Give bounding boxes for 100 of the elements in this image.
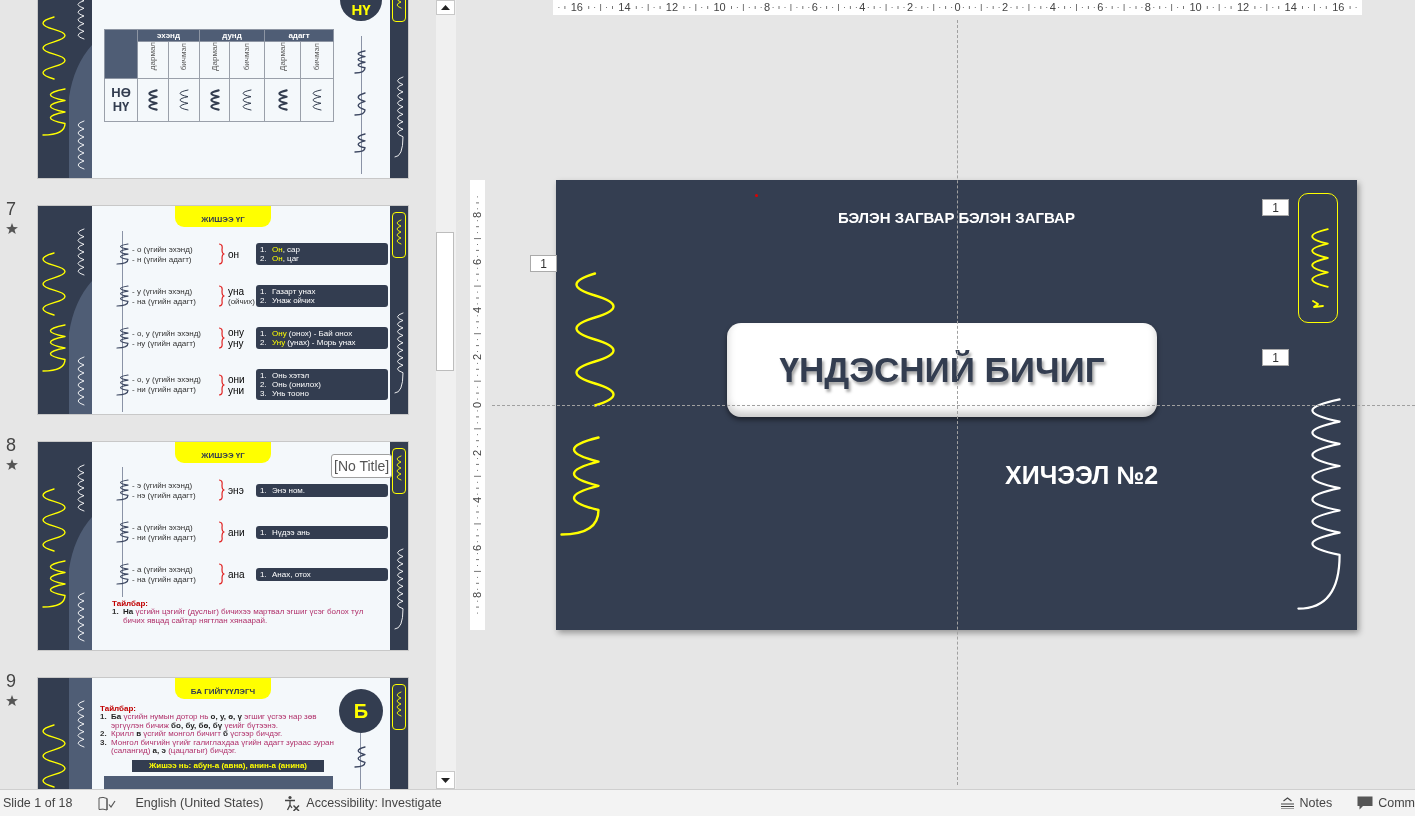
squiggle-drawing bbox=[354, 746, 366, 768]
list-number: 1. bbox=[260, 371, 268, 380]
word-text: энэ bbox=[228, 484, 245, 496]
slide-thumbnail[interactable]: НҮ эхэнд дунд адагт дармал бичмэл Дармал бичмэл Дармал бичмэл НӨ НҮ bbox=[37, 0, 409, 179]
squiggle-drawing bbox=[354, 50, 366, 74]
list-number: 2. bbox=[260, 338, 268, 347]
squiggle-drawing bbox=[42, 560, 66, 608]
list-number: 1. bbox=[112, 608, 119, 618]
animation-tag: 1 bbox=[1262, 199, 1289, 216]
example-text: Газарт унах bbox=[272, 287, 316, 296]
brace-icon bbox=[218, 563, 225, 585]
title-banner: ЖИШЭЭ ҮГ bbox=[175, 442, 271, 463]
caret-up-icon bbox=[441, 5, 450, 10]
ruler-label: 4 bbox=[858, 1, 867, 14]
slide-counter: Slide 1 of 18 bbox=[3, 794, 73, 812]
brace-icon bbox=[218, 243, 225, 265]
slide-number: 8 bbox=[6, 435, 16, 455]
squiggle-drawing bbox=[77, 700, 85, 748]
list-number: 1. bbox=[100, 713, 107, 723]
form-text: - н (үгийн адагт) bbox=[132, 254, 193, 264]
notes-button[interactable]: Notes bbox=[1279, 793, 1333, 813]
squiggle-drawing bbox=[77, 120, 85, 170]
form-text: - ни (үгийн адагт) bbox=[132, 385, 197, 394]
scroll-thumb[interactable] bbox=[436, 232, 454, 371]
letter-badge: НҮ bbox=[340, 0, 382, 21]
squiggle-drawing bbox=[209, 88, 220, 111]
squiggle-drawing bbox=[148, 88, 158, 111]
notes-heading: Тайлбар: bbox=[100, 704, 137, 713]
list-number: 1. bbox=[260, 569, 268, 579]
squiggle-drawing bbox=[77, 356, 85, 406]
brace-icon bbox=[218, 521, 225, 543]
column-label: бичмэл bbox=[243, 42, 251, 71]
ruler-label: 6 bbox=[810, 1, 819, 14]
squiggle-drawing bbox=[312, 88, 322, 111]
ruler-label: 12 bbox=[1236, 1, 1251, 14]
squiggle-drawing bbox=[1312, 300, 1324, 308]
squiggle-drawing bbox=[42, 252, 66, 316]
scroll-down-button[interactable] bbox=[436, 771, 455, 789]
tooltip: [No Title] bbox=[331, 454, 393, 478]
squiggle-drawing bbox=[116, 479, 129, 501]
slide-subtitle: ХИЧЭЭЛ №2 bbox=[1005, 460, 1159, 490]
squiggle-drawing bbox=[354, 133, 366, 153]
squiggle-drawing bbox=[77, 228, 85, 276]
example-text: Нүдээ ань bbox=[272, 527, 310, 537]
comments-button[interactable]: Comm bbox=[1357, 793, 1415, 813]
squiggle-drawing bbox=[116, 243, 129, 265]
form-text: - у (үгийн эхэнд) bbox=[132, 286, 194, 296]
form-text: - а (үгийн эхэнд) bbox=[132, 564, 194, 574]
brace-icon bbox=[218, 285, 225, 307]
accessibility-button[interactable]: Accessibility: Investigate bbox=[283, 793, 442, 813]
squiggle-drawing bbox=[77, 464, 85, 512]
column-label: бичмэл bbox=[313, 42, 321, 71]
slide-thumbnail[interactable] bbox=[37, 441, 409, 651]
slide-thumbnail[interactable] bbox=[37, 205, 409, 415]
squiggle-drawing bbox=[42, 488, 66, 552]
form-text: - ну (үгийн адагт) bbox=[132, 338, 197, 348]
note-text: Монгол бичгийн үгийг галиглахдаа үгийн адагт зураас зуран (салангид) а, э (цацлагыг) бичдэг. bbox=[111, 738, 335, 756]
squiggle-drawing bbox=[42, 724, 66, 788]
list-number: 2. bbox=[260, 254, 268, 263]
form-text: - на (үгийн адагт) bbox=[132, 574, 197, 584]
ruler-label: 6 bbox=[1096, 1, 1105, 14]
title-banner: БА ГИЙГҮҮЛЭГЧ bbox=[175, 678, 271, 699]
ruler-label: 10 bbox=[1188, 1, 1203, 14]
scroll-up-button[interactable] bbox=[436, 0, 455, 15]
ruler-label: 2 bbox=[1001, 1, 1010, 14]
squiggle-drawing bbox=[396, 691, 402, 717]
example-text: Он, цаг bbox=[272, 254, 300, 263]
column-label: Дармал bbox=[278, 42, 287, 71]
slide-header: БЭЛЭН ЗАГВАР БЭЛЭН ЗАГВАР bbox=[838, 209, 1075, 227]
squiggle-drawing bbox=[116, 373, 129, 396]
language-button[interactable]: English (United States) bbox=[135, 793, 264, 813]
example-text: Онь (онилох) bbox=[272, 380, 321, 389]
squiggle-drawing bbox=[277, 88, 288, 111]
squiggle-drawing bbox=[116, 521, 129, 543]
word-text: они bbox=[228, 373, 246, 385]
ruler-label: 16 bbox=[1331, 1, 1346, 14]
title-banner: ЖИШЭЭ ҮГ bbox=[175, 206, 271, 227]
form-text: - о, у (үгийн эхэнд) bbox=[132, 375, 202, 384]
notes-heading: Тайлбар: bbox=[112, 599, 149, 608]
ruler-label: 4 bbox=[1048, 1, 1057, 14]
squiggle-drawing bbox=[116, 285, 129, 307]
ruler-label: 8 bbox=[1143, 1, 1152, 14]
animation-tag: 1 bbox=[1262, 349, 1289, 366]
example-text: Онь хэтэл bbox=[272, 371, 310, 380]
example-text: Унаж ойчих bbox=[272, 296, 315, 305]
form-text: - нэ (үгийн адагт) bbox=[132, 490, 197, 500]
note-text: На үсгийн цэгийг (дуслыг) бичихээ мартвал эгшиг үсэг болох тул бичих явцад сайтар нягтлан хянаарай. bbox=[123, 608, 365, 625]
example-text: Уну (унах) - Морь унах bbox=[272, 338, 356, 347]
list-number: 2. bbox=[260, 296, 268, 305]
squiggle-drawing bbox=[77, 592, 85, 642]
note-text: Ба үсгийн нумын дотор нь о, у, ө, ү эгшиг үсгээ нар зөв эргүүлэн бичиж бо, бу, бө, бү үеийг бүтээнэ. bbox=[111, 713, 318, 730]
squiggle-drawing bbox=[116, 563, 129, 585]
proofing-button[interactable] bbox=[97, 795, 116, 811]
example-text: Анах, отох bbox=[272, 569, 311, 579]
animation-tag: 1 bbox=[530, 255, 557, 272]
squiggle-drawing bbox=[1311, 228, 1329, 288]
ruler-label: 14 bbox=[1283, 1, 1298, 14]
squiggle-drawing bbox=[396, 219, 402, 245]
brace-icon bbox=[218, 327, 225, 349]
ruler-label: 2 bbox=[905, 1, 914, 14]
